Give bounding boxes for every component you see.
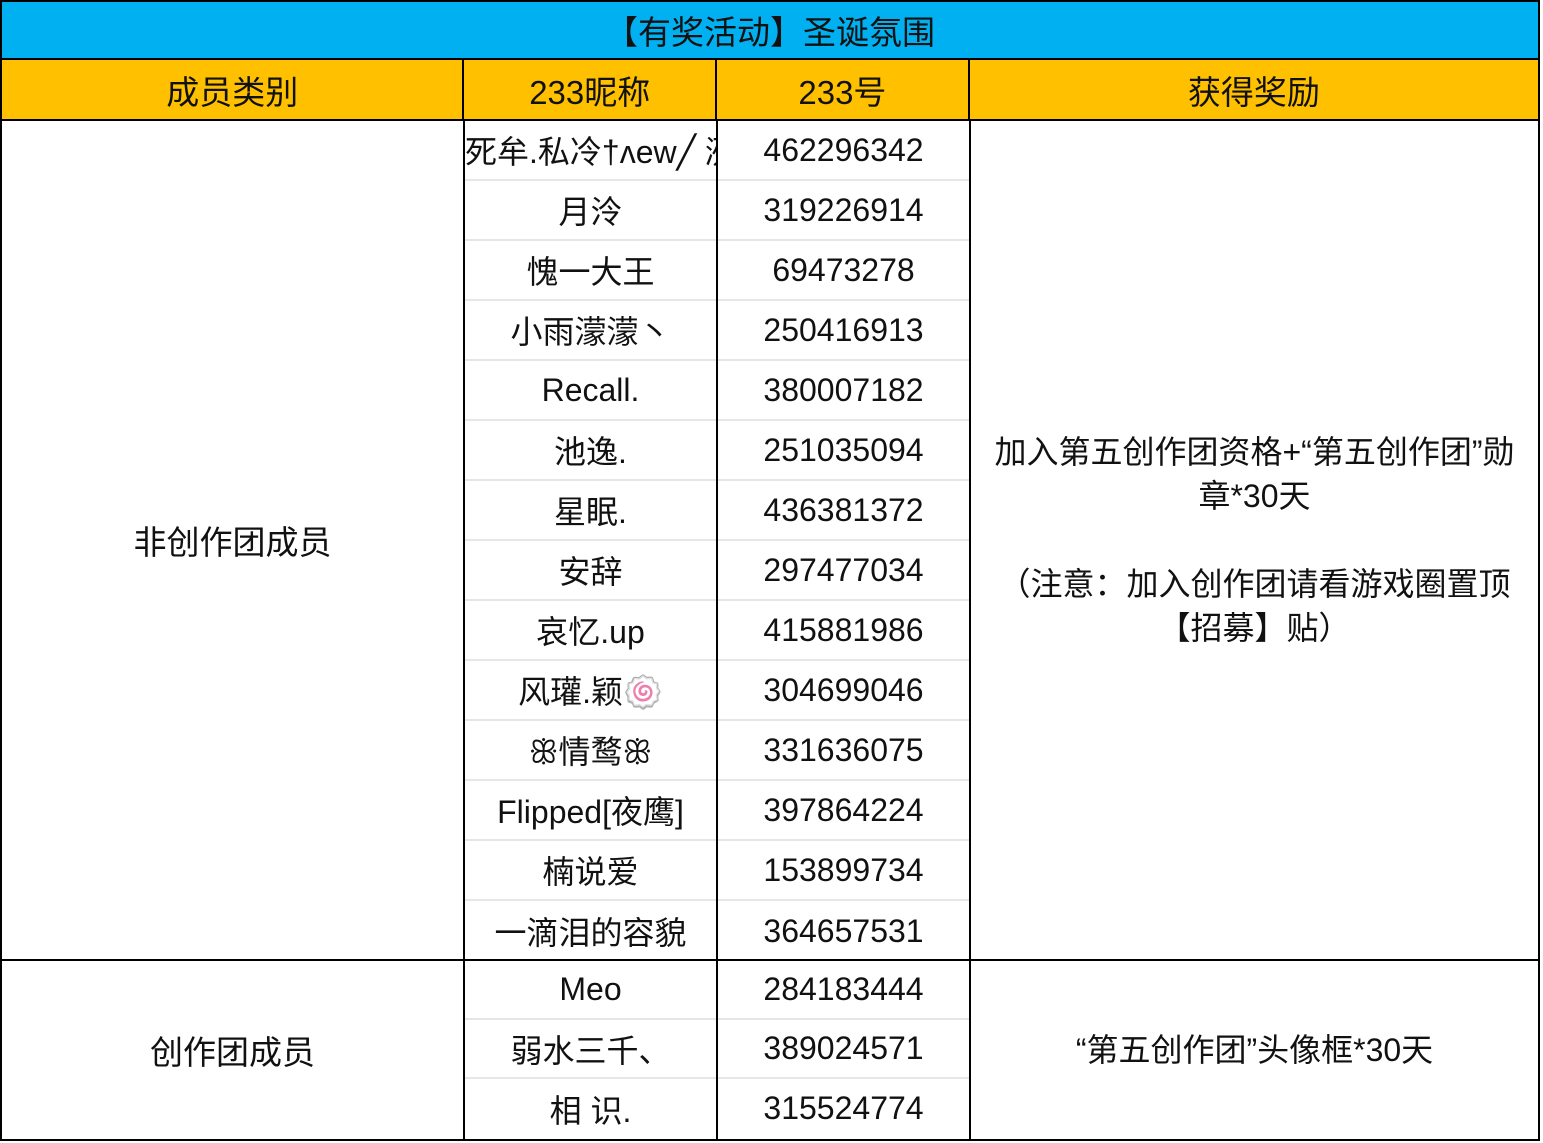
id-column: 462296342 319226914 69473278 250416913 3… [718,121,971,959]
nickname-cell: 一滴泪的容貌 [494,915,687,951]
reward-note-line: （注意：加入创作团请看游戏圈置顶 [998,566,1511,602]
id-column: 284183444 389024571 315524774 [718,961,971,1139]
nickname-cell: 相 识. [549,1092,632,1129]
id-cell: 315524774 [763,1090,924,1126]
id-cell: 380007182 [718,361,969,421]
id-cell: 415881986 [718,601,969,661]
header-category: 成员类别 [2,60,465,119]
reward-note-line: 【招募】贴） [1158,610,1351,646]
header-id: 233号 [717,60,970,119]
header-nickname: 233昵称 [464,60,718,119]
id-cell: 69473278 [718,241,969,301]
nickname-cell: Meo [465,961,716,1020]
group-member: 创作团成员 Meo 弱水三千、 相 识. 284183444 389024571… [2,961,1538,1139]
nickname-cell: Flipped[夜鹰] [465,781,716,841]
nickname-column: 死牟.私冷†ᴧew╱ 洌 月泠 愧一大王 小雨濛濛丶 Recall. 池逸. 星… [465,121,718,959]
table-title: 【有奖活动】圣诞氛围 [0,0,1540,60]
id-cell: 364657531 [763,912,924,949]
id-cell: 284183444 [718,961,969,1020]
reward-cell: 加入第五创作团资格+“第五创作团”勋 章*30天 （注意：加入创作团请看游戏圈置… [971,121,1538,959]
reward-text-line: 加入第五创作团资格+“第五创作团”勋 [994,434,1515,470]
id-cell: 397864224 [718,781,969,841]
nickname-cell: 池逸. [465,421,716,481]
nickname-cell: 死牟.私冷†ᴧew╱ 洌 [465,121,716,181]
reward-text-line: 章*30天 [1198,478,1311,514]
group-non-member: 非创作团成员 死牟.私冷†ᴧew╱ 洌 月泠 愧一大王 小雨濛濛丶 Recall… [2,121,1538,961]
nickname-cell: 哀忆.up [465,601,716,661]
id-cell: 153899734 [718,841,969,901]
id-cell: 389024571 [718,1020,969,1079]
id-cell: 436381372 [718,481,969,541]
id-cell: 319226914 [718,181,969,241]
nickname-cell: 星眠. [465,481,716,541]
table-body: 非创作团成员 死牟.私冷†ᴧew╱ 洌 月泠 愧一大王 小雨濛濛丶 Recall… [0,121,1540,1141]
nickname-column: Meo 弱水三千、 相 识. [465,961,718,1139]
nickname-cell: 愧一大王 [465,241,716,301]
id-cell: 462296342 [718,121,969,181]
category-cell: 非创作团成员 [2,121,465,959]
id-cell: 251035094 [718,421,969,481]
id-cell: 250416913 [718,301,969,361]
header-row: 成员类别 233昵称 233号 获得奖励 [0,60,1540,121]
nickname-cell: Recall. [465,361,716,421]
nickname-cell: 风瓘.颖🍥 [465,661,716,721]
header-reward: 获得奖励 [1187,73,1320,111]
id-cell: 331636075 [718,721,969,781]
nickname-cell: ꕥ情鹜ꕥ [465,721,716,781]
nickname-cell: 月泠 [465,181,716,241]
nickname-cell: 楠说爱 [465,841,716,901]
id-cell: 304699046 [718,661,969,721]
nickname-cell: 弱水三千、 [465,1020,716,1079]
reward-cell: “第五创作团”头像框*30天 [971,961,1538,1139]
nickname-cell: 安辞 [465,541,716,601]
id-cell: 297477034 [718,541,969,601]
reward-text: “第五创作团”头像框*30天 [1075,1032,1434,1068]
category-cell: 创作团成员 [2,961,465,1139]
reward-table: 【有奖活动】圣诞氛围 成员类别 233昵称 233号 获得奖励 非创作团成员 死… [0,0,1543,1143]
nickname-cell: 小雨濛濛丶 [465,301,716,361]
